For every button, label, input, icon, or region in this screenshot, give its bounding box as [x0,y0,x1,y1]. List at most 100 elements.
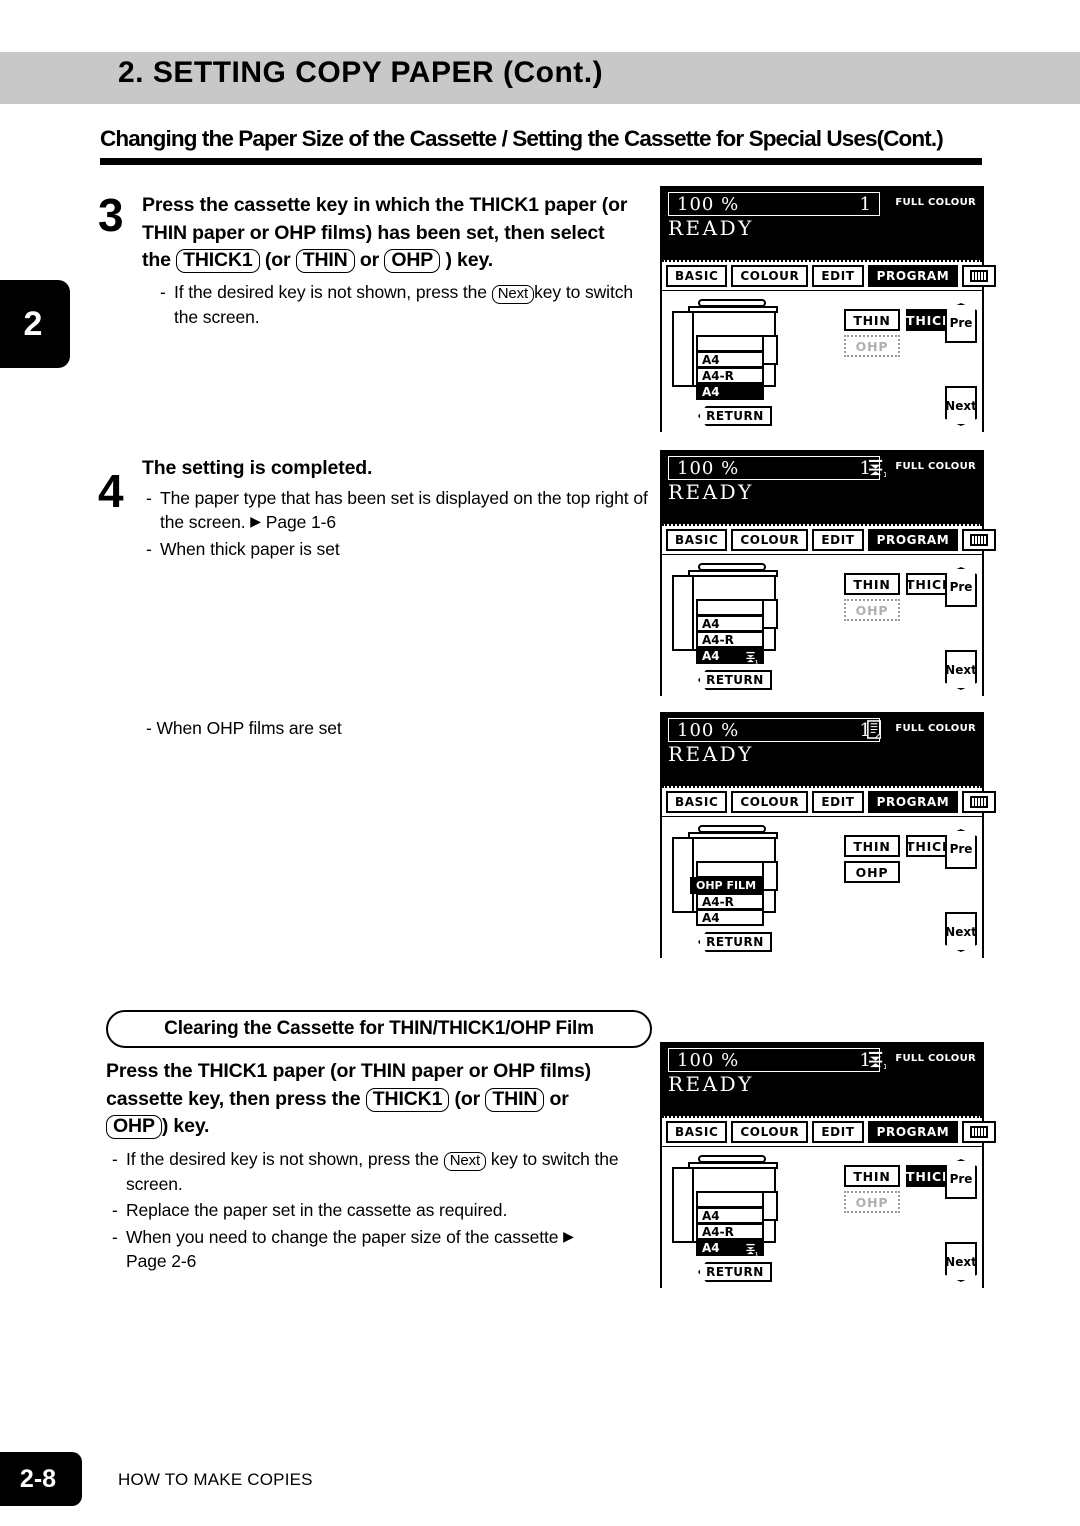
cassette-diagram: A4 OHP FILM A4-R A4 [670,825,830,926]
cassette-row[interactable] [696,861,764,878]
media-key-ohp[interactable]: OHP [844,1191,900,1213]
keypad-icon[interactable] [962,529,997,551]
keypad-glyph [970,1126,989,1138]
lcd-panel-thick-set[interactable]: 100 % 1 1 FULL COLOUR READY BASIC COLOUR… [660,450,997,696]
cassette-row[interactable]: A4 [696,1207,764,1224]
tab-colour[interactable]: COLOUR [731,791,809,813]
cassette-row[interactable]: A4 [696,351,764,368]
tab-basic[interactable]: BASIC [666,265,728,287]
keypad-icon[interactable] [962,1121,997,1143]
media-key-thin[interactable]: THIN [844,573,900,595]
lcd-main-area: A4 A4 A4-R A4 1 THIN THICK1 OHP [662,554,982,696]
step-4-number: 4 [98,465,124,517]
cassette-row-selected[interactable]: OHP FILM [690,877,764,894]
lcd-panel-clearing[interactable]: 100 % 1 1 FULL COLOUR READY BASIC COLOUR… [660,1042,997,1288]
media-key-ohp[interactable]: OHP [844,599,900,621]
tab-colour[interactable]: COLOUR [731,265,809,287]
nav-previous-button[interactable]: Pre [945,303,977,343]
nav-next-button[interactable]: Next [945,912,977,952]
bullet-item: - The paper type that has been set is di… [146,486,658,535]
nav-next-button[interactable]: Next [945,386,977,426]
bullet-post: Page 1-6 [261,512,337,533]
lcd-panel-ohp-set[interactable]: 100 % 1 FULL COLOUR READY BASIC COLOUR E… [660,712,997,958]
zoom-ratio-box: 100 % 1 [668,718,880,742]
key-chip-ohp[interactable]: OHP [106,1115,162,1140]
nav-previous-button[interactable]: Pre [945,829,977,869]
cassette-row[interactable] [696,335,764,352]
ready-status-text: READY [668,1072,754,1096]
tab-program[interactable]: PROGRAM [867,529,959,551]
media-key-ohp[interactable]: OHP [844,861,900,883]
cassette-row[interactable]: A4 [696,615,764,632]
cassette-left-column [672,837,694,913]
return-button[interactable]: RETURN [698,406,772,426]
cassette-row-selected[interactable]: A4 [696,383,764,400]
step-4-heading: The setting is completed. [142,457,373,479]
key-chip-next[interactable]: Next [491,285,535,305]
cassette-row-selected[interactable]: A4 1 [696,1239,764,1256]
media-key-ohp[interactable]: OHP [844,335,900,357]
colour-mode-label: FULL COLOUR [895,197,976,208]
bullet-dash: - [146,487,152,508]
cassette-row[interactable] [696,599,764,616]
tab-edit[interactable]: EDIT [812,265,864,287]
bullet-text: When you need to change the paper size o… [126,1225,654,1274]
media-key-thin[interactable]: THIN [844,835,900,857]
return-button[interactable]: RETURN [698,932,772,952]
cassette-row[interactable]: A4 [696,909,764,926]
nav-previous-button[interactable]: Pre [945,567,977,607]
keypad-icon[interactable] [962,791,997,813]
clearing-mid2: or [544,1087,569,1110]
tab-edit[interactable]: EDIT [812,791,864,813]
media-key-thin[interactable]: THIN [844,309,900,331]
clearing-line1: Press the THICK1 paper (or THIN paper or… [106,1060,592,1082]
nav-next-button[interactable]: Next [945,650,977,690]
nav-previous-button[interactable]: Pre [945,1159,977,1199]
lcd-tab-row: BASIC COLOUR EDIT PROGRAM [662,1116,997,1146]
svg-text:1: 1 [755,1251,758,1256]
cassette-row[interactable]: A4-R [696,893,764,910]
tab-colour[interactable]: COLOUR [731,529,809,551]
lcd-main-area: A4 A4 A4-R A4 THIN THICK1 OHP Pre Next R… [662,290,982,432]
return-button[interactable]: RETURN [698,1262,772,1282]
bullet-text: The paper type that has been set is disp… [160,486,658,535]
bullet-text: Replace the paper set in the cassette as… [126,1200,508,1221]
cassette-row[interactable]: A4-R [696,631,764,648]
key-chip-thin[interactable]: THIN [485,1087,545,1112]
tab-basic[interactable]: BASIC [666,791,728,813]
zoom-ratio-box: 100 % 1 [668,192,880,216]
key-chip-thin[interactable]: THIN [295,249,355,274]
keypad-icon[interactable] [962,265,997,287]
key-chip-thick1[interactable]: THICK1 [176,249,260,274]
cassette-row[interactable] [696,1191,764,1208]
key-chip-next[interactable]: Next [443,1152,487,1172]
lcd-tab-row: BASIC COLOUR EDIT PROGRAM [662,524,997,554]
tab-program[interactable]: PROGRAM [867,1121,959,1143]
section-title: Changing the Paper Size of the Cassette … [100,126,944,151]
tab-program[interactable]: PROGRAM [867,265,959,287]
bullet-dash: - [112,1200,118,1221]
cassette-row[interactable]: A4-R [696,367,764,384]
tab-colour[interactable]: COLOUR [731,1121,809,1143]
page-root: 2. SETTING COPY PAPER (Cont.) Changing t… [0,0,1080,1526]
return-button[interactable]: RETURN [698,670,772,690]
nav-next-button[interactable]: Next [945,1242,977,1282]
step-3-heading-line2: THIN paper or OHP films) has been set, t… [142,221,605,244]
key-chip-ohp[interactable]: OHP [384,249,441,274]
tab-basic[interactable]: BASIC [666,529,728,551]
cassette-row-selected[interactable]: A4 1 [696,647,764,664]
tab-edit[interactable]: EDIT [812,529,864,551]
tab-edit[interactable]: EDIT [812,1121,864,1143]
bullet-item: - Replace the paper set in the cassette … [112,1198,654,1223]
media-key-thin[interactable]: THIN [844,1165,900,1187]
lcd-panel-step3[interactable]: 100 % 1 FULL COLOUR READY BASIC COLOUR E… [660,186,997,432]
cassette-left-column [672,575,694,651]
tab-program[interactable]: PROGRAM [867,791,959,813]
arrow-icon: ▶ [250,513,262,530]
cassette-row[interactable]: A4-R [696,1223,764,1240]
svg-text:1: 1 [755,659,758,664]
bullet-dash: - [112,1149,118,1170]
tab-basic[interactable]: BASIC [666,1121,728,1143]
key-chip-thick1[interactable]: THICK1 [365,1087,450,1112]
keypad-glyph [970,534,989,546]
